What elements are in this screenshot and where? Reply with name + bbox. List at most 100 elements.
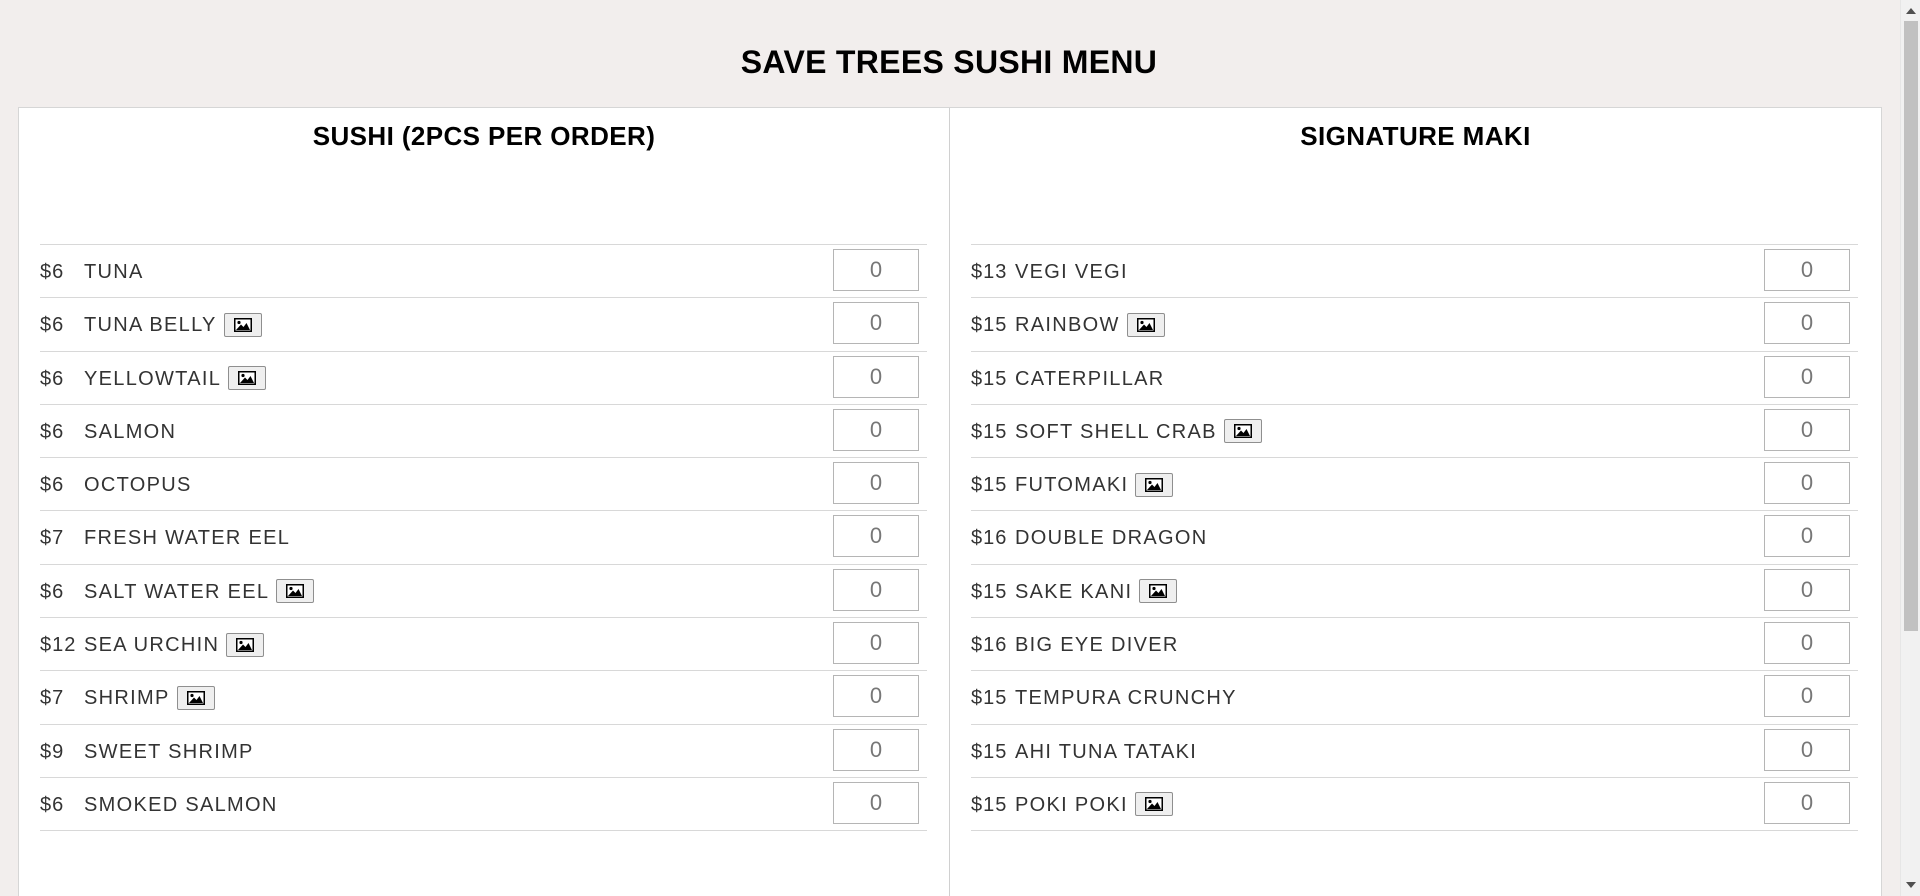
item-price: $9 — [40, 740, 65, 763]
item-name-group: RAINBOW — [1015, 312, 1165, 337]
item-name: SAKE KANI — [1015, 580, 1133, 603]
quantity-input[interactable] — [833, 462, 919, 505]
view-image-button[interactable] — [228, 366, 267, 391]
quantity-input[interactable] — [1764, 355, 1850, 398]
item-price: $6 — [40, 793, 65, 816]
image-icon — [1149, 584, 1168, 599]
image-icon — [233, 317, 252, 332]
item-name: BIG EYE DIVER — [1015, 634, 1179, 657]
quantity-input[interactable] — [1764, 728, 1850, 771]
item-name-group: VEGI VEGI — [1015, 261, 1128, 284]
item-name-group: DOUBLE DRAGON — [1015, 527, 1208, 550]
scroll-up-arrow-icon[interactable] — [1906, 8, 1916, 14]
view-image-button[interactable] — [176, 685, 215, 710]
scroll-thumb[interactable] — [1904, 21, 1918, 631]
item-price: $16 — [971, 527, 1008, 550]
image-icon — [186, 690, 205, 705]
image-icon — [1233, 424, 1252, 439]
quantity-input[interactable] — [1764, 622, 1850, 665]
quantity-input[interactable] — [833, 408, 919, 451]
quantity-input[interactable] — [1764, 249, 1850, 291]
quantity-input[interactable] — [1764, 675, 1850, 718]
view-image-button[interactable] — [1126, 312, 1165, 337]
menu-item-row: $7 SHRIMP — [40, 671, 927, 725]
item-list: $13 VEGI VEGI $15 RAINBOW $15 CATERPILLAR $15 S… — [971, 244, 1858, 832]
quantity-input[interactable] — [833, 249, 919, 291]
view-image-button[interactable] — [1139, 579, 1178, 604]
item-name-group: CATERPILLAR — [1015, 368, 1165, 391]
quantity-input[interactable] — [1764, 408, 1850, 451]
item-name: RAINBOW — [1015, 314, 1120, 337]
item-name: SOFT SHELL CRAB — [1015, 420, 1217, 443]
menu-item-row: $15 FUTOMAKI — [971, 458, 1858, 512]
item-name: SMOKED SALMON — [84, 793, 278, 816]
item-name: SWEET SHRIMP — [84, 740, 254, 763]
menu-item-row: $15 SOFT SHELL CRAB — [971, 405, 1858, 459]
quantity-input[interactable] — [833, 622, 919, 665]
item-price: $15 — [971, 367, 1008, 390]
menu-item-row: $9 SWEET SHRIMP — [40, 725, 927, 778]
view-image-button[interactable] — [226, 632, 265, 657]
view-image-button[interactable] — [1135, 472, 1174, 497]
item-name-group: FRESH WATER EEL — [84, 527, 290, 550]
item-list: $6TUNA$6TUNA BELLY$6YELLOWTAIL$6SALMON$6… — [40, 244, 927, 832]
item-name-group: FUTOMAKI — [1015, 472, 1174, 497]
item-name: POKI POKI — [1015, 793, 1128, 816]
item-price: $15 — [971, 740, 1008, 763]
quantity-input[interactable] — [833, 781, 919, 824]
item-price: $6 — [40, 314, 65, 337]
menu-item-row: $6 SALMON — [40, 405, 927, 459]
quantity-input[interactable] — [1764, 515, 1850, 558]
item-price: $7 — [40, 527, 65, 550]
quantity-input[interactable] — [833, 675, 919, 718]
menu-item-row: $12 SEA URCHIN — [40, 618, 927, 672]
item-price: $13 — [971, 261, 1008, 283]
item-name-group: SEA URCHIN — [84, 632, 265, 657]
quantity-input[interactable] — [833, 515, 919, 558]
quantity-input[interactable] — [1764, 462, 1850, 505]
item-name: AHI TUNA TATAKI — [1015, 740, 1198, 763]
menu-item-row: $6 OCTOPUS — [40, 458, 927, 512]
scroll-down-arrow-icon[interactable] — [1906, 882, 1916, 888]
quantity-input[interactable] — [1764, 302, 1850, 345]
quantity-input[interactable] — [1764, 781, 1850, 824]
image-icon — [1145, 477, 1164, 492]
item-name-group: SALMON — [84, 421, 176, 444]
item-name: TEMPURA CRUNCHY — [1015, 687, 1237, 710]
menu-item-row: $16 BIG EYE DIVER — [971, 618, 1858, 672]
item-name: SALT WATER EEL — [84, 580, 270, 603]
view-image-button[interactable] — [223, 312, 262, 337]
item-price: $15 — [971, 793, 1008, 816]
item-name: SEA URCHIN — [84, 634, 220, 657]
section-title: SIGNATURE MAKI — [1300, 121, 1531, 151]
view-image-button[interactable] — [1223, 419, 1262, 444]
item-price: $6 — [40, 367, 65, 390]
item-name-group: SWEET SHRIMP — [84, 741, 254, 764]
quantity-input[interactable] — [833, 728, 919, 771]
item-price: $6 — [40, 580, 65, 603]
menu-item-row: $15 AHI TUNA TATAKI — [971, 725, 1858, 778]
item-name-group: SAKE KANI — [1015, 579, 1178, 604]
image-icon — [238, 371, 257, 386]
quantity-input[interactable] — [833, 568, 919, 611]
item-name-group: AHI TUNA TATAKI — [1015, 741, 1197, 764]
menu-panel: SUSHI (2PCS PER ORDER) $6 TUNA $6 TUNA BELL… — [18, 107, 1882, 896]
view-image-button[interactable] — [1134, 792, 1173, 817]
menu-item-row: $7 FRESH WATER EEL — [40, 511, 927, 565]
quantity-input[interactable] — [1764, 568, 1850, 611]
menu-item-row: $13 VEGI VEGI — [971, 245, 1858, 299]
item-price: $6 — [40, 474, 65, 497]
signature-maki-column: SIGNATURE MAKI $13 VEGI VEGI $15 RAINBOW $15… — [950, 108, 1881, 896]
quantity-input[interactable] — [833, 355, 919, 398]
quantity-input[interactable] — [833, 302, 919, 345]
item-name-group: POKI POKI — [1015, 792, 1173, 817]
item-price: $12 — [40, 634, 77, 657]
menu-item-row: $15 POKI POKI — [971, 778, 1858, 832]
menu-item-row: $6 TUNA BELLY — [40, 298, 927, 352]
item-name: SHRIMP — [84, 687, 170, 710]
vertical-scrollbar[interactable] — [1900, 0, 1920, 896]
item-price: $15 — [971, 314, 1008, 337]
image-icon — [1136, 317, 1155, 332]
item-name-group: YELLOWTAIL — [84, 366, 267, 391]
view-image-button[interactable] — [276, 579, 315, 604]
